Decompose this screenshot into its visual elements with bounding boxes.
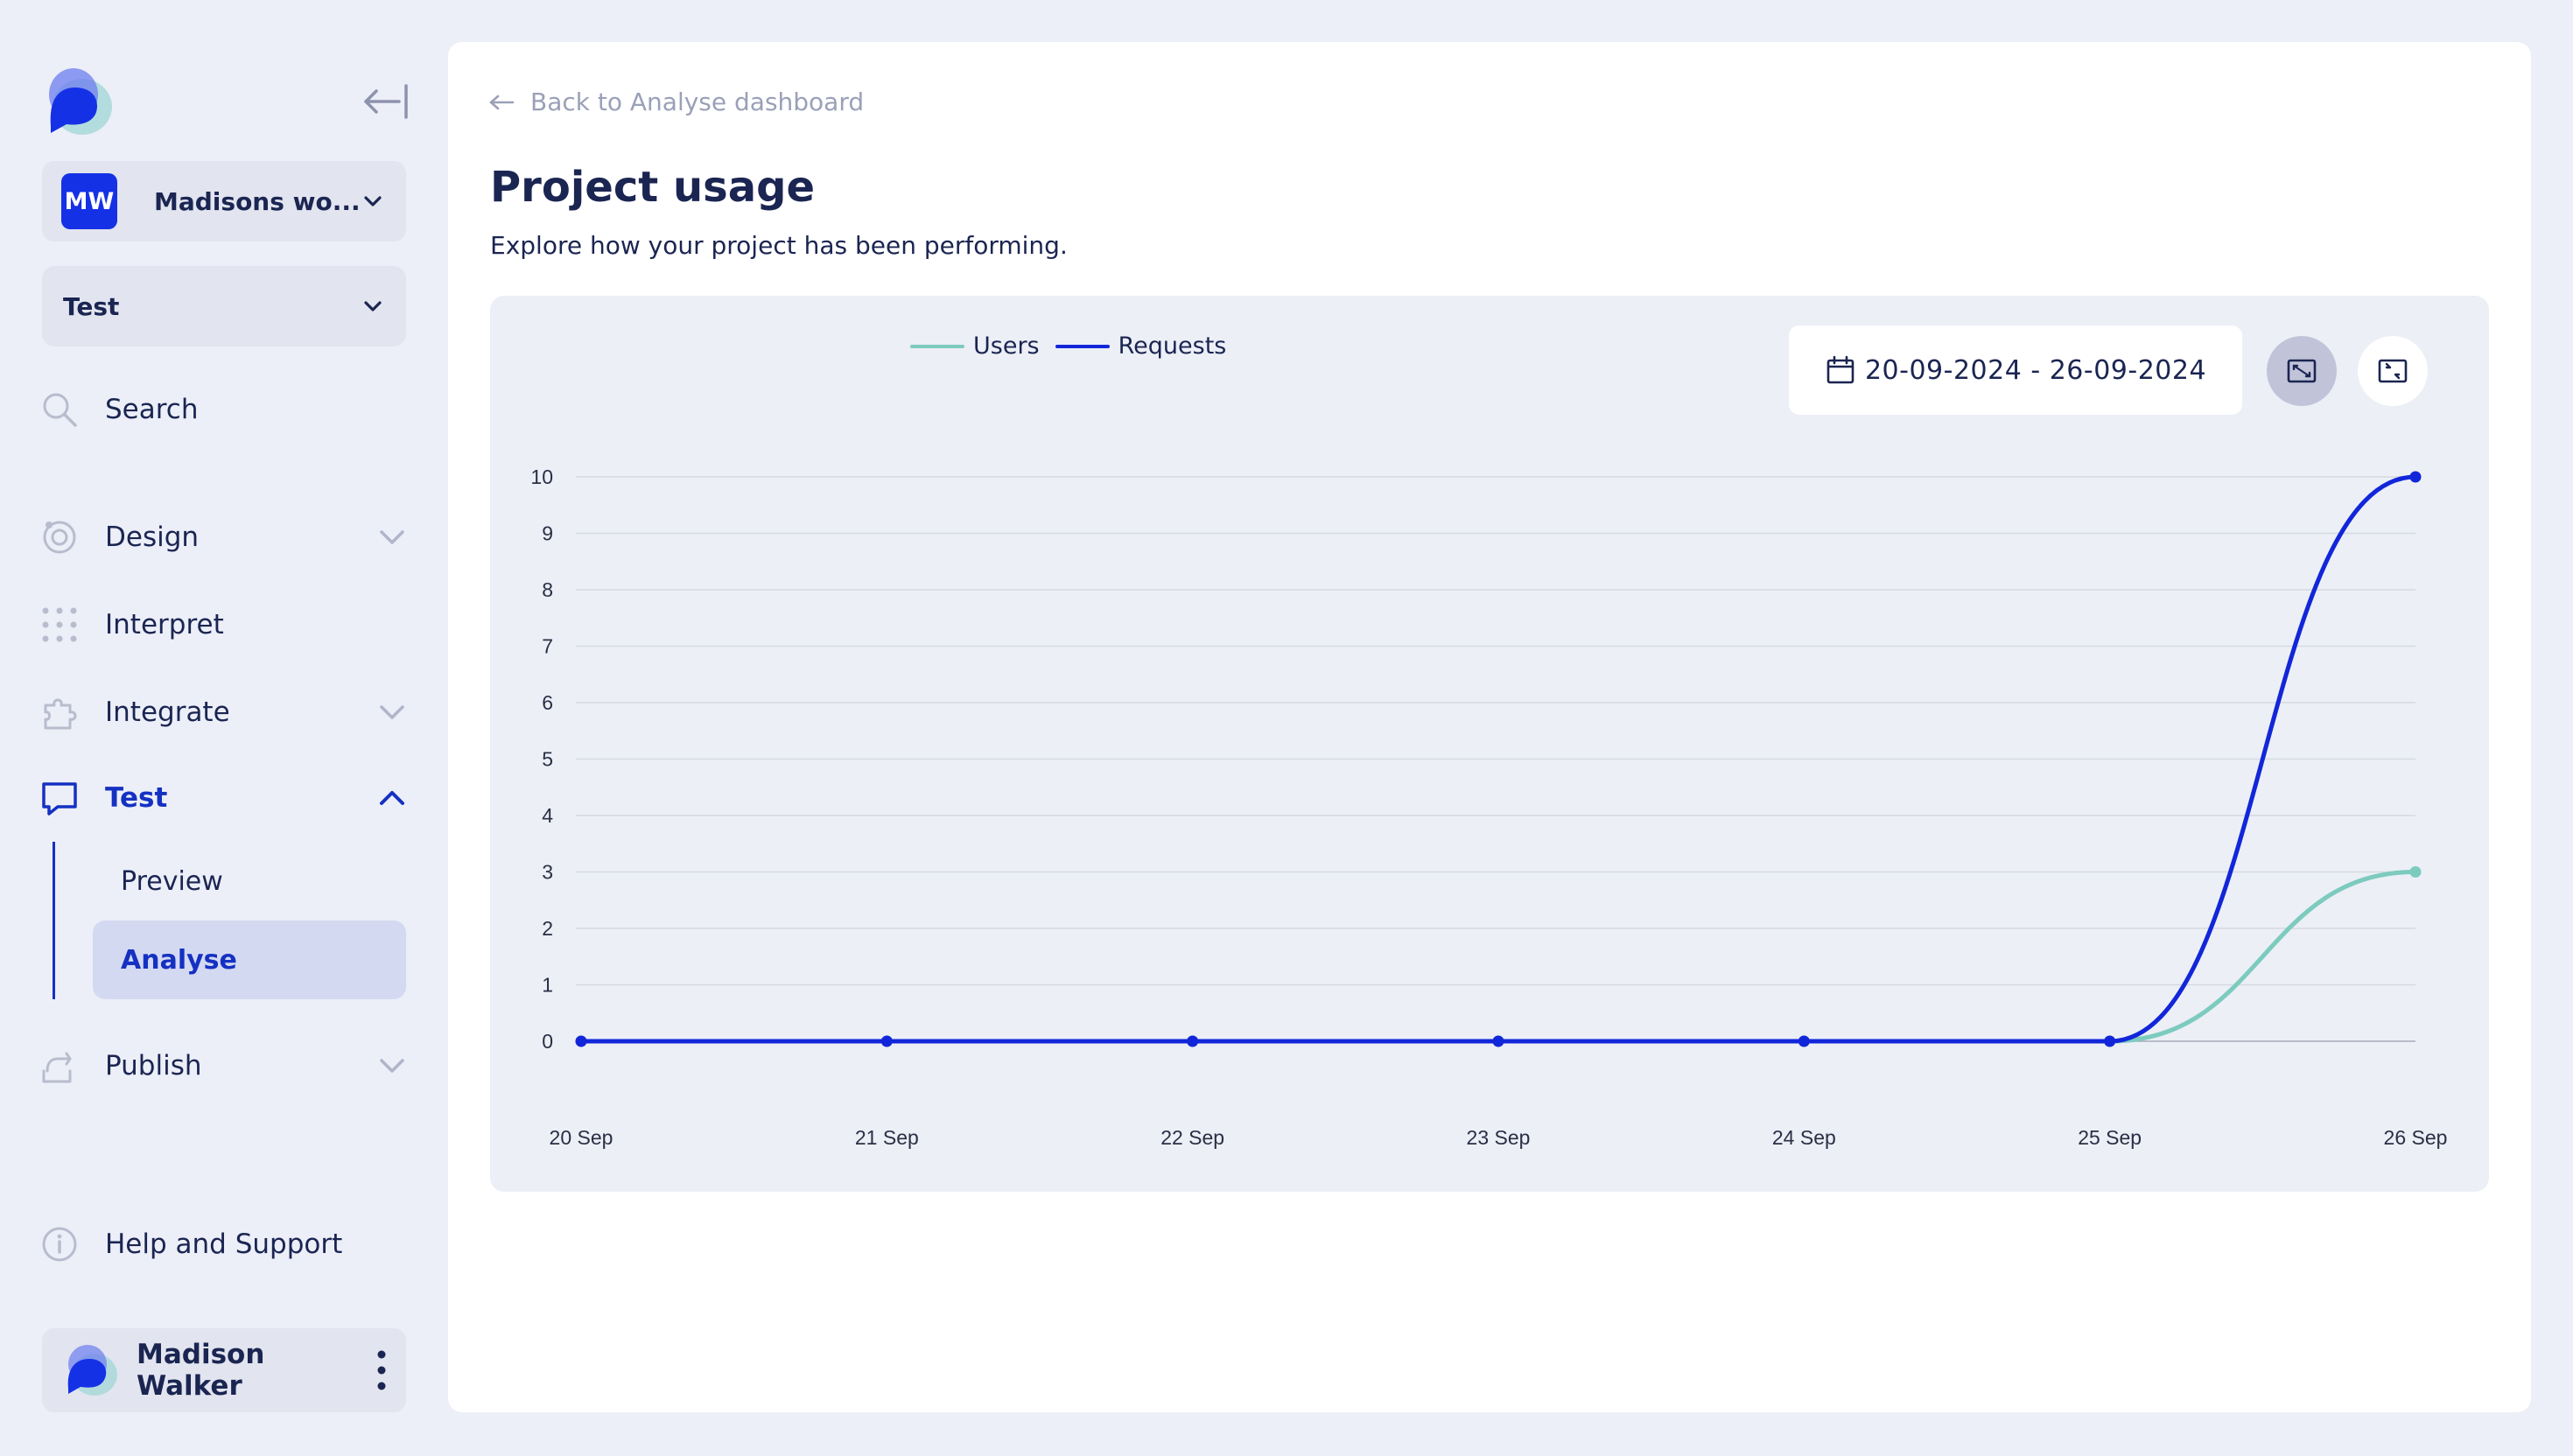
chevron-down-icon[interactable] (376, 1050, 408, 1082)
chart-legend: Users Requests (910, 332, 1226, 360)
user-profile-card[interactable]: Madison Walker (42, 1328, 406, 1412)
sidebar-item-integrate[interactable]: Integrate (39, 681, 410, 744)
legend-label: Users (973, 332, 1040, 360)
page-subtitle: Explore how your project has been perfor… (490, 231, 1068, 260)
sidebar-subitem-analyse[interactable]: Analyse (93, 920, 406, 999)
chevron-down-icon (364, 196, 382, 206)
y-tick-label: 4 (542, 804, 553, 827)
collapse-view-button[interactable] (2358, 336, 2428, 406)
avatar (67, 1345, 117, 1396)
y-tick-label: 1 (542, 974, 553, 997)
chat-bubble-icon (39, 777, 81, 819)
dots-grid-icon (39, 604, 81, 646)
data-point-requests (2409, 471, 2422, 483)
y-tick-label: 2 (542, 917, 553, 940)
y-tick-label: 5 (542, 748, 553, 771)
usage-chart-card: 0 1 2 3 4 5 6 7 8 9 10 20 Sep 21 Sep 22 Sep 23 Sep 24 S… (490, 296, 2489, 1192)
expand-view-button[interactable] (2267, 336, 2337, 406)
usage-line-chart: 0 1 2 3 4 5 6 7 8 9 10 20 Sep 21 Sep 22 Sep 23 Sep 24 S… (530, 466, 2448, 1149)
x-tick-label: 24 Sep (1772, 1126, 1836, 1149)
user-name: Madison Walker (137, 1339, 265, 1402)
back-link-label: Back to Analyse dashboard (530, 88, 865, 116)
legend-item-users[interactable]: Users (910, 332, 1040, 360)
chevron-up-icon[interactable] (376, 782, 408, 814)
search-icon (39, 388, 81, 430)
data-point-requests (2104, 1035, 2116, 1047)
sidebar-subitem-preview[interactable]: Preview (93, 842, 406, 920)
sidebar-item-publish[interactable]: Publish (39, 1034, 410, 1097)
legend-swatch-users (910, 344, 964, 348)
series-line-users (578, 870, 2418, 1044)
back-link[interactable]: Back to Analyse dashboard (488, 88, 864, 116)
legend-item-requests[interactable]: Requests (1055, 332, 1227, 360)
arrow-left-icon (489, 94, 515, 109)
collapse-sidebar-icon[interactable] (361, 82, 410, 121)
y-tick-label: 10 (530, 466, 553, 488)
sidebar-item-search[interactable]: Search (39, 378, 410, 441)
palette-icon (39, 516, 81, 558)
collapse-icon (2378, 359, 2408, 383)
sidebar-item-label: Search (105, 394, 199, 425)
more-options-icon[interactable] (375, 1348, 389, 1392)
data-point-requests (1798, 1035, 1810, 1047)
date-range-value: 20-09-2024 - 26-09-2024 (1864, 354, 2207, 386)
page-title: Project usage (490, 163, 815, 212)
sidebar-item-label: Test (105, 782, 168, 814)
sidebar: MW Madisons wo... Test Search Design Int… (0, 0, 446, 1456)
y-tick-label: 9 (542, 522, 553, 545)
main-panel: Back to Analyse dashboard Project usage … (448, 42, 2531, 1412)
legend-swatch-requests (1055, 344, 1110, 348)
y-tick-label: 7 (542, 635, 553, 658)
sidebar-item-label: Design (105, 522, 200, 553)
sidebar-item-test[interactable]: Test (39, 766, 410, 830)
y-tick-label: 3 (542, 861, 553, 884)
x-tick-label: 20 Sep (550, 1126, 613, 1149)
data-point-requests (1187, 1035, 1199, 1047)
sidebar-item-label: Integrate (105, 696, 230, 728)
sidebar-item-label: Publish (105, 1050, 202, 1082)
share-icon (39, 1045, 81, 1087)
x-tick-label: 25 Sep (2078, 1126, 2142, 1149)
sidebar-item-interpret[interactable]: Interpret (39, 593, 410, 656)
sidebar-item-design[interactable]: Design (39, 506, 410, 569)
chevron-down-icon (364, 301, 382, 312)
puzzle-icon (39, 691, 81, 733)
y-tick-label: 0 (542, 1030, 553, 1053)
x-tick-label: 23 Sep (1467, 1126, 1531, 1149)
x-tick-label: 21 Sep (855, 1126, 919, 1149)
info-icon (39, 1223, 81, 1265)
project-selector[interactable]: Test (42, 266, 406, 346)
legend-label: Requests (1118, 332, 1227, 360)
calendar-icon (1826, 355, 1854, 384)
y-tick-label: 8 (542, 578, 553, 601)
app-logo[interactable] (40, 65, 116, 138)
data-point-requests (880, 1035, 893, 1047)
sidebar-item-label: Help and Support (105, 1228, 343, 1260)
chevron-down-icon[interactable] (376, 522, 408, 553)
y-tick-label: 6 (542, 691, 553, 714)
workspace-selector[interactable]: MW Madisons wo... (42, 161, 406, 242)
data-point-requests (1492, 1035, 1504, 1047)
x-tick-label: 26 Sep (2384, 1126, 2448, 1149)
submenu-indicator-line (53, 842, 55, 999)
x-tick-label: 22 Sep (1160, 1126, 1224, 1149)
data-point-users (2409, 866, 2422, 878)
expand-icon (2287, 359, 2317, 383)
chevron-down-icon[interactable] (376, 696, 408, 728)
sidebar-item-label: Interpret (105, 609, 224, 640)
workspace-avatar: MW (61, 173, 117, 229)
sidebar-item-help[interactable]: Help and Support (39, 1213, 410, 1276)
date-range-picker[interactable]: 20-09-2024 - 26-09-2024 (1789, 326, 2242, 415)
workspace-name: Madisons wo... (154, 186, 361, 216)
data-point-requests (575, 1035, 587, 1047)
project-name: Test (63, 291, 120, 321)
